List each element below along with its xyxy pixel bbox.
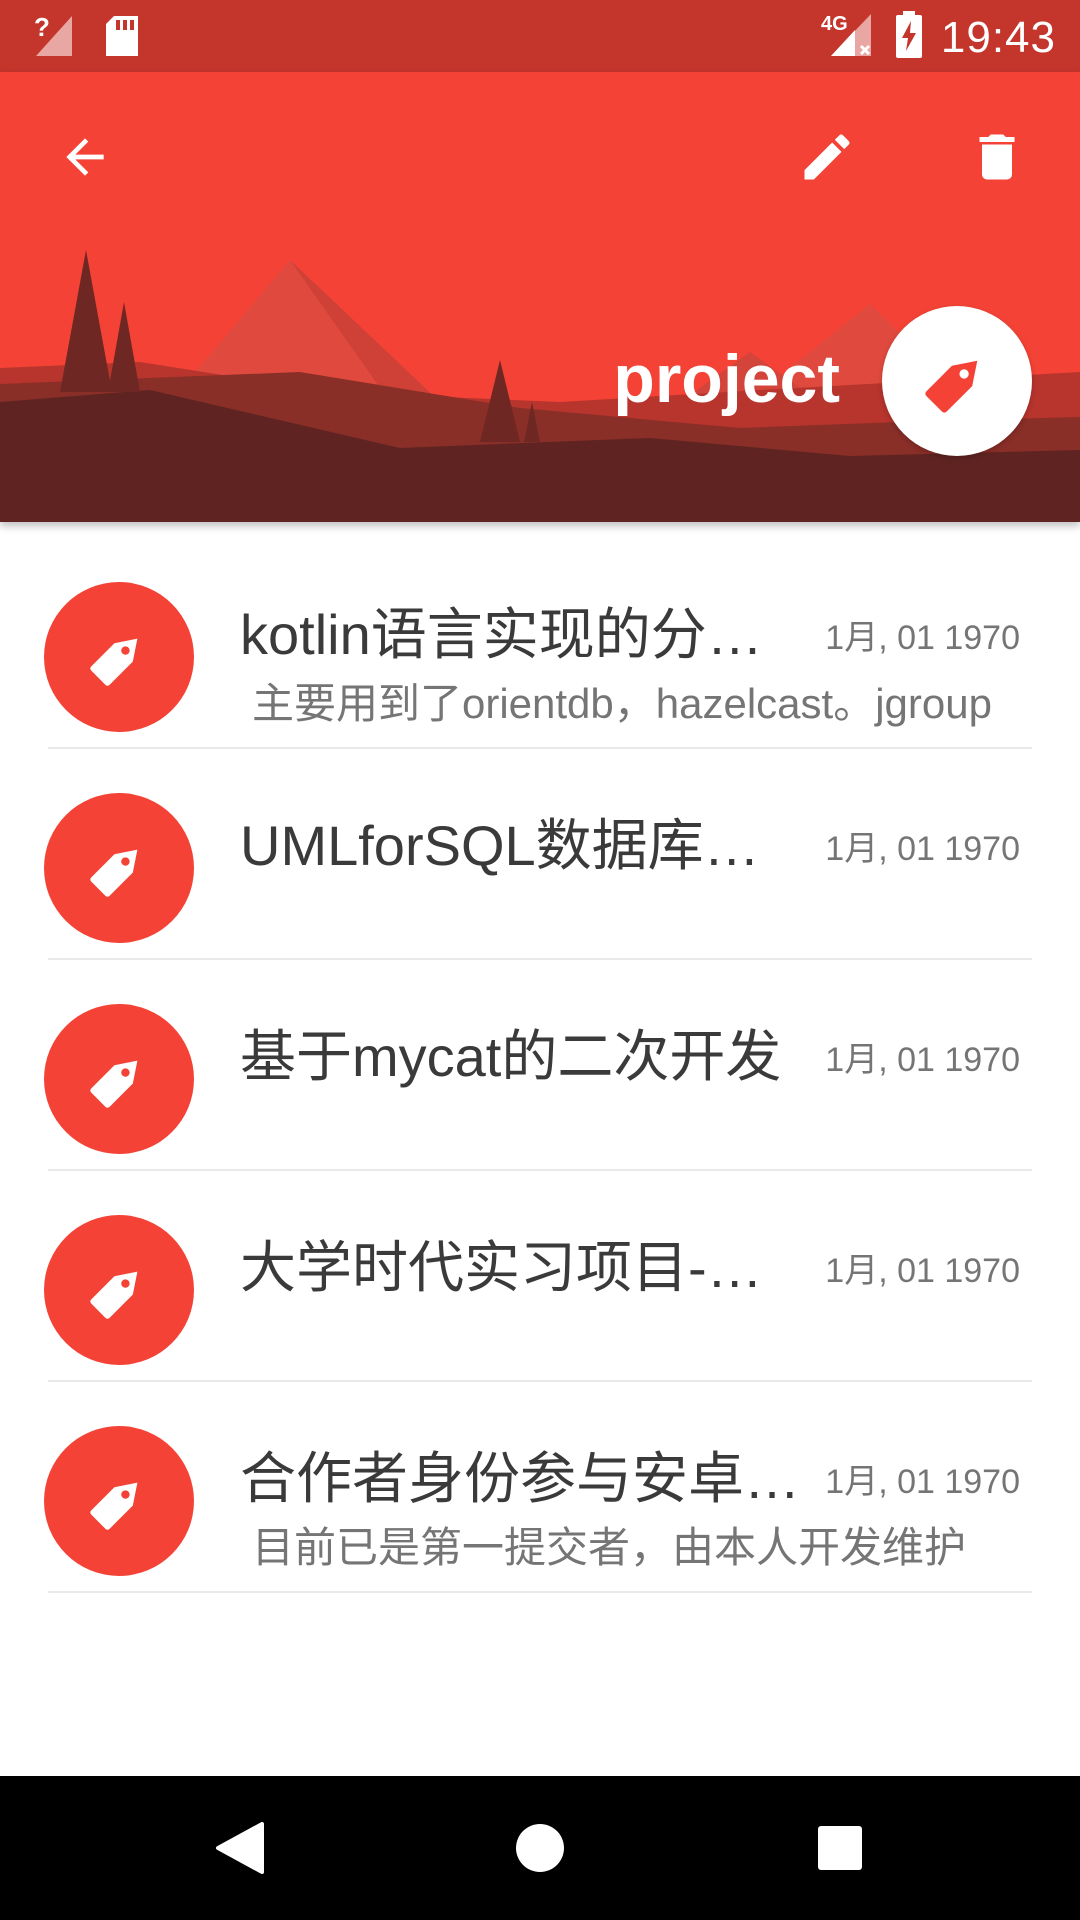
signal-no-data-icon: 4G [821,10,877,65]
tag-icon [925,360,978,413]
item-avatar [44,582,194,732]
item-subtitle: 主要用到了orientdb，hazelcast。jgroup [252,680,992,727]
list-item[interactable]: 大学时代实习项目-图书管理 1月, 01 1970 [0,1171,1080,1382]
home-circle-icon [516,1824,564,1872]
sd-card-icon [104,14,140,63]
arrow-back-icon [66,138,104,176]
nav-back-button[interactable] [200,1808,280,1888]
item-avatar [44,1215,194,1365]
item-subtitle: 目前已是第一提交者，由本人开发维护 [252,1524,967,1571]
mountain-illustration [0,250,1080,522]
item-avatar [44,1004,194,1154]
item-date: 1月, 01 1970 [825,1041,1020,1079]
list-item[interactable]: 基于mycat的二次开发 1月, 01 1970 [0,960,1080,1171]
pencil-icon [804,134,850,180]
recents-square-icon [818,1826,862,1870]
tag-icon [90,1271,138,1319]
header: project [0,72,1080,522]
divider [48,1591,1032,1593]
status-bar: ? 4G 19:43 [0,0,1080,72]
status-time: 19:43 [940,12,1056,62]
item-date: 1月, 01 1970 [825,619,1020,657]
tag-icon [90,638,138,686]
item-date: 1月, 01 1970 [825,830,1020,868]
item-title: 基于mycat的二次开发 [240,1025,782,1088]
item-date: 1月, 01 1970 [825,1252,1020,1290]
svg-text:?: ? [34,14,50,42]
item-title: UMLforSQL数据库设计工具 [240,814,810,877]
project-list: kotlin语言实现的分布式数据库 1月, 01 1970 主要用到了orien… [0,538,1080,1593]
item-avatar [44,793,194,943]
back-button[interactable] [40,112,130,202]
item-title: kotlin语言实现的分布式数据库 [240,603,810,666]
tag-badge [882,306,1032,456]
delete-button[interactable] [952,112,1042,202]
nav-recents-button[interactable] [800,1808,880,1888]
item-avatar [44,1426,194,1576]
item-date: 1月, 01 1970 [825,1463,1020,1501]
navigation-bar [0,1776,1080,1920]
list-item[interactable]: UMLforSQL数据库设计工具 1月, 01 1970 [0,749,1080,960]
tag-icon [90,1482,138,1530]
tag-icon [90,1060,138,1108]
nav-home-button[interactable] [500,1808,580,1888]
battery-charging-icon [895,11,923,64]
list-item[interactable]: kotlin语言实现的分布式数据库 1月, 01 1970 主要用到了orien… [0,538,1080,749]
network-type: 4G [821,13,848,35]
edit-button[interactable] [782,112,872,202]
tag-icon [90,849,138,897]
back-triangle-icon [216,1822,264,1874]
item-title: 大学时代实习项目-图书管理 [240,1236,810,1299]
wifi-unknown-icon: ? [34,12,74,63]
page-title: project [613,341,840,417]
item-title: 合作者身份参与安卓开源项目 [240,1447,810,1510]
list-item[interactable]: 合作者身份参与安卓开源项目 1月, 01 1970 目前已是第一提交者，由本人开… [0,1382,1080,1593]
trash-icon [979,134,1015,180]
